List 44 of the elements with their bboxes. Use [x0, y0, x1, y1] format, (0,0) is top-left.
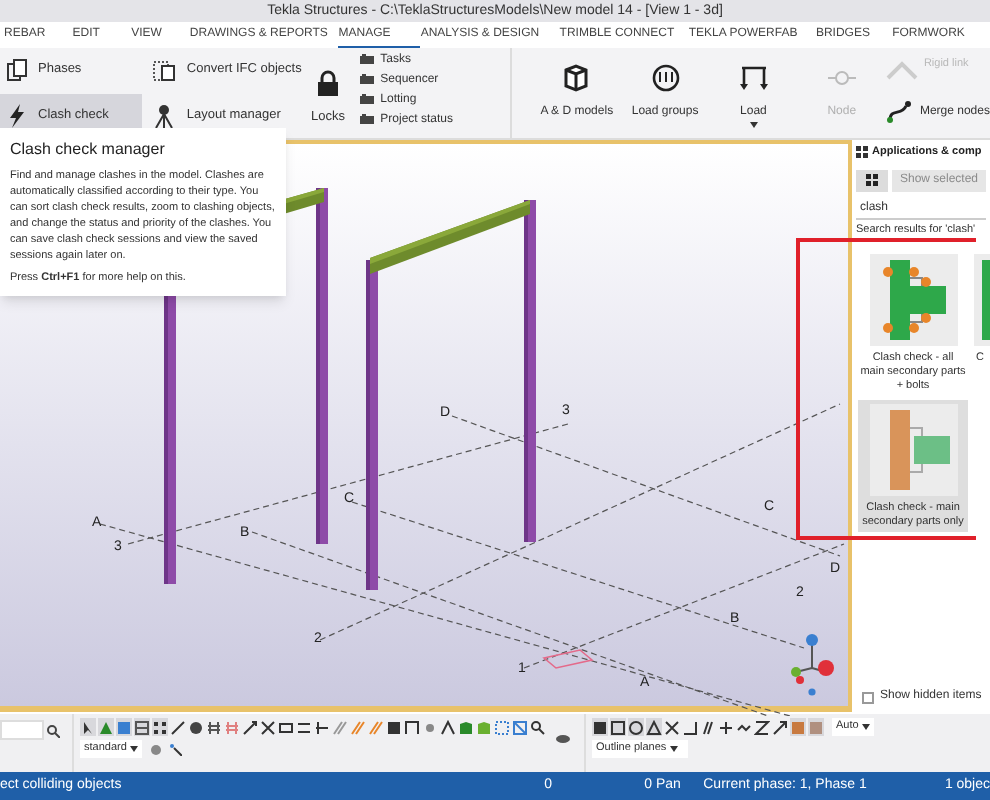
toolbar-button[interactable]: [278, 718, 294, 736]
toolbar-button[interactable]: [296, 718, 312, 736]
toolbar-button[interactable]: [314, 718, 330, 736]
pointer-icon[interactable]: [170, 743, 183, 755]
axis-gizmo-icon: [791, 634, 834, 696]
toolbar-button[interactable]: [260, 718, 276, 736]
eye-icon[interactable]: [556, 734, 570, 744]
grid-icon: [866, 174, 878, 186]
checkbox[interactable]: [862, 691, 874, 703]
toolbar-button[interactable]: [700, 718, 716, 736]
connection-drawing: [869, 254, 957, 347]
clash-marker: [542, 649, 594, 669]
toolbar-button[interactable]: [772, 718, 788, 736]
document-icon: [152, 58, 177, 83]
toolbar-button[interactable]: [628, 718, 644, 736]
dots-icon: [856, 146, 868, 158]
toolbar-button[interactable]: [682, 718, 698, 736]
toolbar-button[interactable]: [242, 718, 258, 736]
caret-icon: [862, 724, 871, 730]
pages-icon: [6, 58, 28, 83]
caret-icon: [670, 746, 679, 752]
merge-icon: [885, 100, 914, 124]
toolbar-button[interactable]: [664, 718, 680, 736]
toolbar-button[interactable]: [718, 718, 734, 736]
toolbar-button[interactable]: [646, 718, 662, 736]
toolbar-button[interactable]: [206, 718, 222, 736]
caret-icon: [130, 746, 139, 752]
gear-icon[interactable]: [150, 743, 163, 755]
search-field[interactable]: [0, 720, 44, 740]
toolbar-button[interactable]: [80, 718, 96, 736]
connection-drawing: [869, 404, 957, 497]
load-arrows-icon: [737, 64, 770, 92]
toolbar-button[interactable]: [530, 718, 546, 736]
toolbar-button[interactable]: [134, 718, 150, 736]
lightning-icon: [6, 103, 28, 128]
cube-icon: [560, 64, 593, 92]
circle-lines-icon: [649, 64, 682, 92]
grid-view-button[interactable]: [856, 169, 888, 191]
toolbar-button[interactable]: [152, 718, 168, 736]
padlock-icon: [318, 70, 338, 97]
tripod-icon: [152, 103, 177, 128]
tooltip-title: Clash check manager: [10, 138, 167, 162]
search-icon[interactable]: [46, 724, 60, 738]
chevron-icon: [885, 60, 918, 80]
